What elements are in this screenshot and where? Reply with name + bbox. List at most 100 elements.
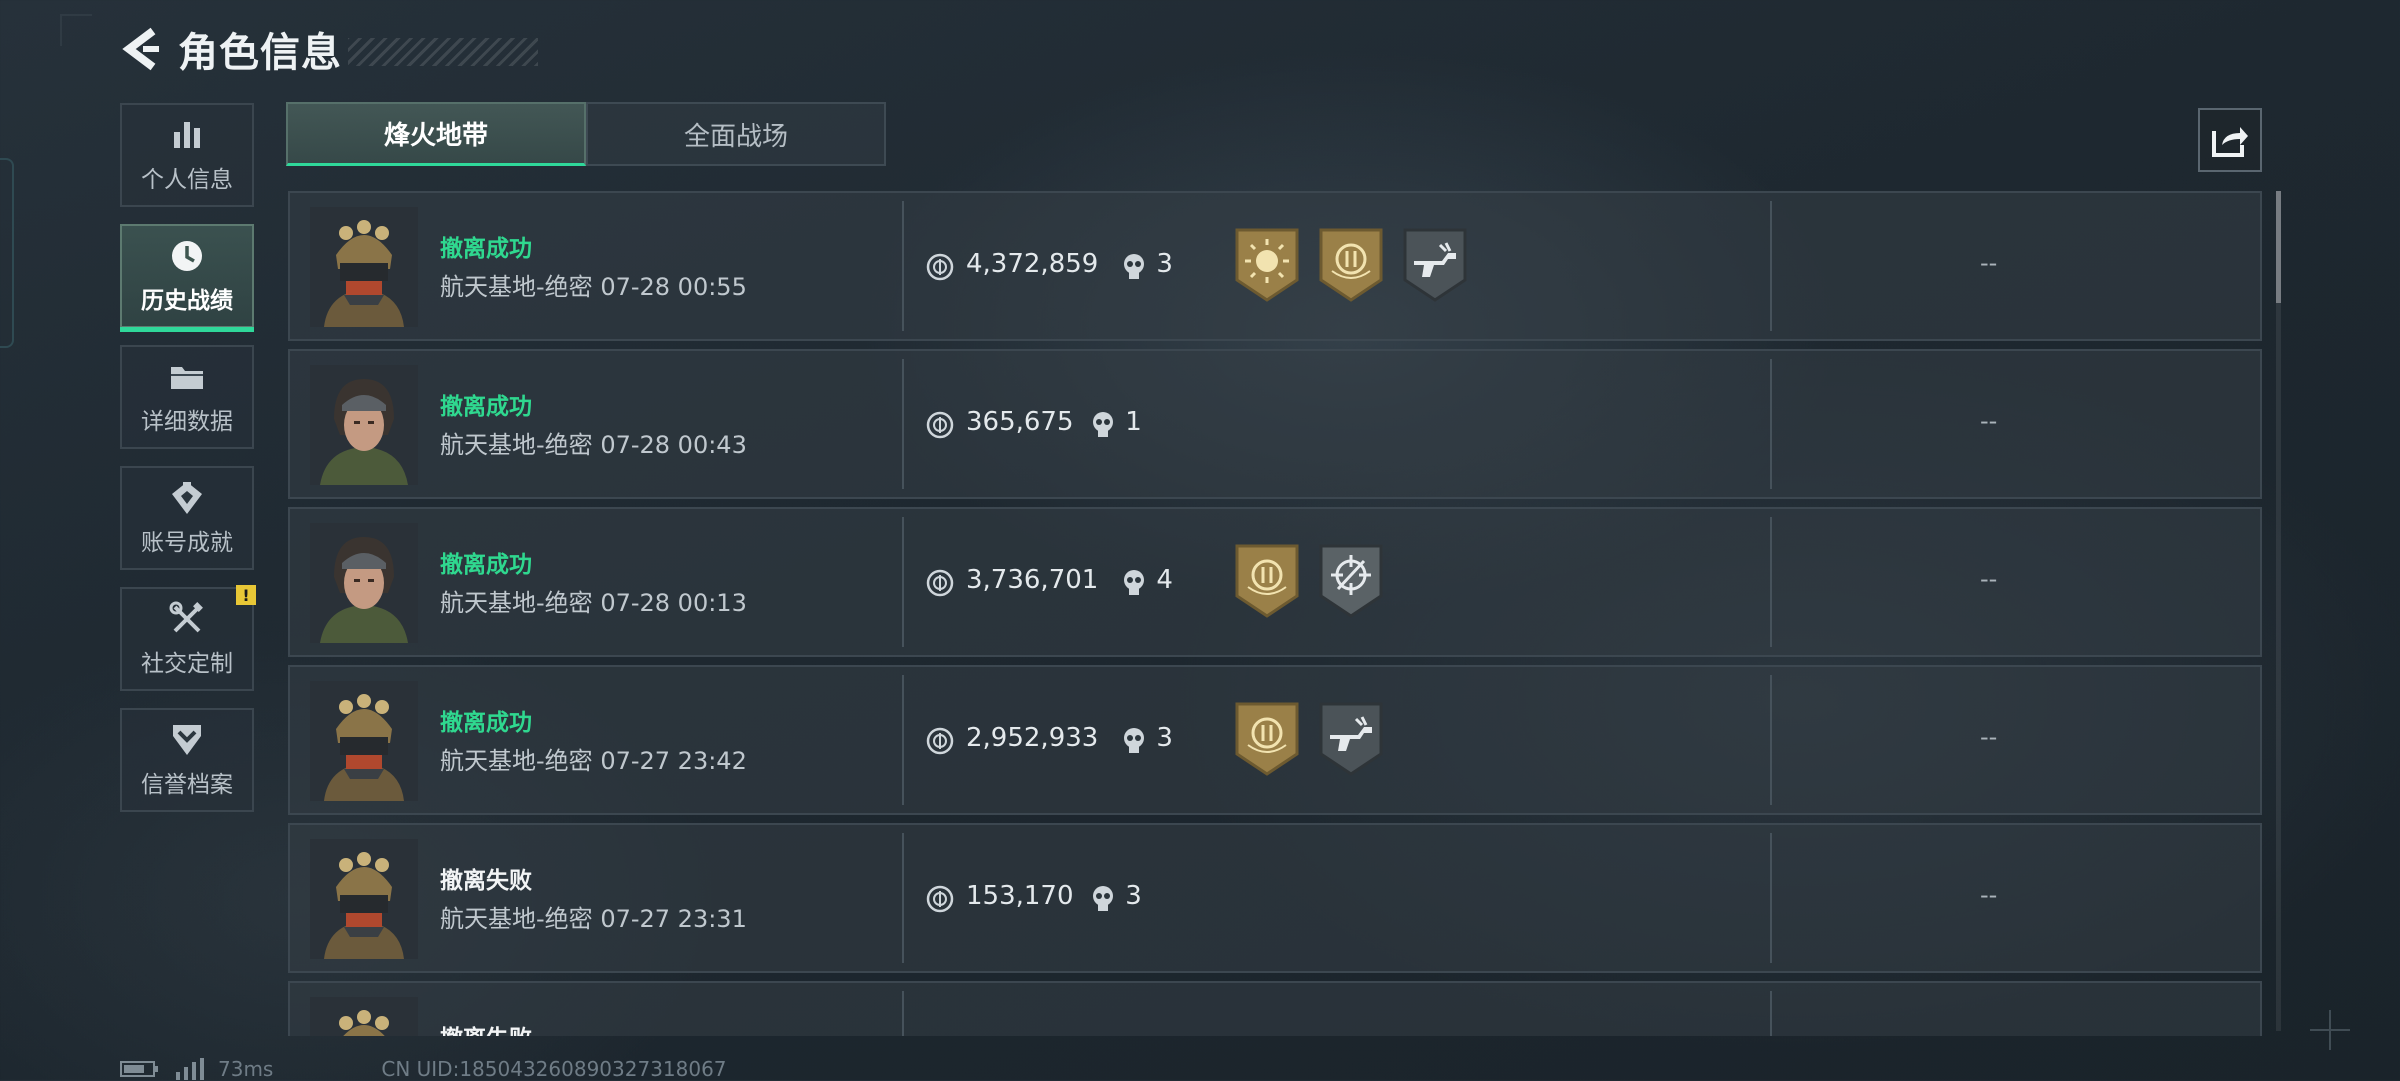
match-record-row[interactable]: 撤离成功 航天基地-绝密 07-27 23:42 2,952,933 3 -- bbox=[288, 665, 2262, 815]
extra-info: -- bbox=[1980, 723, 1998, 751]
column-divider bbox=[902, 201, 904, 331]
kill-count: 1 bbox=[1125, 407, 1142, 437]
map-and-time: 航天基地-绝密 07-28 00:43 bbox=[440, 425, 747, 460]
match-time: 07-27 23:31 bbox=[600, 905, 747, 933]
scrollbar-thumb[interactable] bbox=[2276, 191, 2281, 303]
map-and-time: 航天基地-绝密 07-28 00:55 bbox=[440, 267, 747, 302]
skull-icon bbox=[1124, 254, 1145, 279]
map-name: 航天基地-绝密 bbox=[440, 589, 593, 617]
map-name: 航天基地-绝密 bbox=[440, 273, 593, 301]
share-export-icon bbox=[2212, 127, 2248, 157]
extraction-status: 撤离失败 bbox=[440, 1019, 532, 1036]
sidebar-item-achievements[interactable]: 账号成就 bbox=[120, 466, 254, 570]
achievement-icon bbox=[168, 479, 206, 517]
sidebar-item-personal-info[interactable]: 个人信息 bbox=[120, 103, 254, 207]
back-arrow-icon bbox=[122, 27, 159, 71]
sidebar-item-label: 信誉档案 bbox=[141, 772, 233, 798]
back-button[interactable] bbox=[118, 26, 164, 72]
map-and-time: 航天基地-绝密 07-27 23:31 bbox=[440, 899, 747, 934]
sidebar-item-credit-record[interactable]: 信誉档案 bbox=[120, 708, 254, 812]
extraction-status: 撤离失败 bbox=[440, 868, 532, 894]
operator-avatar bbox=[310, 365, 418, 485]
title-stripes-decoration bbox=[348, 38, 538, 66]
coin-gold-medal-icon[interactable] bbox=[1234, 701, 1300, 777]
coin-icon bbox=[926, 253, 954, 281]
kill-count: 3 bbox=[1125, 881, 1142, 911]
column-divider bbox=[902, 675, 904, 805]
operator-avatar bbox=[310, 839, 418, 959]
loot-value: 153,170 bbox=[966, 881, 1074, 911]
sidebar-item-match-history[interactable]: 历史战绩 bbox=[120, 224, 254, 332]
match-record-row[interactable]: 撤离成功 航天基地-绝密 07-28 00:55 4,372,859 3 -- bbox=[288, 191, 2262, 341]
map-and-time: 航天基地-绝密 07-28 00:13 bbox=[440, 583, 747, 618]
match-record-row[interactable]: 撤离成功航天基地-绝密 07-28 00:13 3,736,701 4 -- bbox=[288, 507, 2262, 657]
shield-chevron-icon bbox=[168, 721, 206, 759]
match-time: 07-27 23:42 bbox=[600, 747, 747, 775]
signal-icon bbox=[176, 1058, 204, 1080]
sidebar-item-label: 社交定制 bbox=[141, 651, 233, 677]
sun-gold-medal-icon[interactable] bbox=[1234, 227, 1300, 303]
sidebar-item-label: 账号成就 bbox=[141, 530, 233, 556]
extraction-status: 撤离成功 bbox=[440, 552, 532, 578]
sidebar-item-social-custom[interactable]: 社交定制 ! bbox=[120, 585, 256, 691]
extra-info: -- bbox=[1980, 565, 1998, 593]
map-name: 航天基地-绝密 bbox=[440, 747, 593, 775]
share-button[interactable] bbox=[2198, 108, 2262, 172]
operator-avatar bbox=[310, 681, 418, 801]
coin-gold-medal-icon[interactable] bbox=[1234, 543, 1300, 619]
page-title: 角色信息 bbox=[178, 30, 342, 76]
match-time: 07-28 00:55 bbox=[600, 273, 747, 301]
status-footer: 73ms CN UID:1850432608903273180​67 bbox=[120, 1057, 727, 1081]
skull-icon bbox=[1124, 570, 1145, 595]
notification-badge: ! bbox=[236, 585, 256, 605]
loot-value: 3,736,701 bbox=[966, 565, 1099, 595]
match-record-row[interactable]: 撤离失败航天基地-绝密 07-27 23:31 153,170 3 -- bbox=[288, 823, 2262, 973]
match-record-row[interactable]: 撤离成功 航天基地-绝密 07-28 00:43 365,675 1 -- bbox=[288, 349, 2262, 499]
column-divider bbox=[1770, 201, 1772, 331]
kill-count: 4 bbox=[1156, 565, 1173, 595]
tab-full-battlefield[interactable]: 全面战场 bbox=[586, 102, 886, 166]
coin-icon bbox=[926, 569, 954, 597]
operator-avatar bbox=[310, 997, 418, 1036]
column-divider bbox=[902, 517, 904, 647]
wrench-screwdriver-icon bbox=[168, 600, 206, 638]
column-divider bbox=[1770, 675, 1772, 805]
sidebar-item-label: 历史战绩 bbox=[141, 288, 233, 314]
sidebar-item-label: 个人信息 bbox=[141, 167, 233, 193]
clock-icon bbox=[168, 237, 206, 275]
scrollbar[interactable] bbox=[2276, 191, 2281, 1031]
bar-chart-icon bbox=[168, 116, 206, 154]
tab-operations-zone[interactable]: 烽火地带 bbox=[286, 102, 586, 166]
column-divider bbox=[1770, 833, 1772, 963]
medal-group bbox=[1234, 227, 1468, 303]
column-divider bbox=[902, 359, 904, 489]
corner-decoration bbox=[60, 14, 92, 46]
crosshair-silver-medal-icon[interactable] bbox=[1318, 543, 1384, 619]
medal-group bbox=[1234, 701, 1384, 777]
loot-value: 4,372,859 bbox=[966, 249, 1099, 279]
gun-silver-medal-icon[interactable] bbox=[1402, 227, 1468, 303]
extraction-status: 撤离成功 bbox=[440, 394, 532, 420]
coin-icon bbox=[926, 411, 954, 439]
match-history-list: 撤离成功 航天基地-绝密 07-28 00:55 4,372,859 3 -- 撤离成功航… bbox=[288, 191, 2262, 1036]
extra-info: -- bbox=[1980, 881, 1998, 909]
column-divider bbox=[1770, 359, 1772, 489]
extra-info: -- bbox=[1980, 407, 1998, 435]
extraction-status: 撤离成功 bbox=[440, 710, 532, 736]
gun-silver-medal-icon[interactable] bbox=[1318, 701, 1384, 777]
sidebar-item-detailed-data[interactable]: 详细数据 bbox=[120, 345, 254, 449]
mode-tabs: 烽火地带 全面战场 bbox=[286, 102, 886, 166]
sidebar: 个人信息 历史战绩 详细数据 账号成就 社交定制 ! 信誉档案 bbox=[120, 103, 258, 829]
extraction-status: 撤离成功 bbox=[440, 236, 532, 262]
crosshair-decoration bbox=[2310, 1010, 2350, 1050]
skull-icon bbox=[1093, 412, 1114, 437]
edge-bracket bbox=[0, 158, 14, 348]
match-record-row[interactable]: 撤离失败 bbox=[288, 981, 2262, 1036]
folder-icon bbox=[168, 358, 206, 396]
column-divider bbox=[1770, 517, 1772, 647]
map-name: 航天基地-绝密 bbox=[440, 905, 593, 933]
operator-avatar bbox=[310, 207, 418, 327]
coin-gold-medal-icon[interactable] bbox=[1318, 227, 1384, 303]
match-time: 07-28 00:13 bbox=[600, 589, 747, 617]
column-divider bbox=[902, 991, 904, 1036]
